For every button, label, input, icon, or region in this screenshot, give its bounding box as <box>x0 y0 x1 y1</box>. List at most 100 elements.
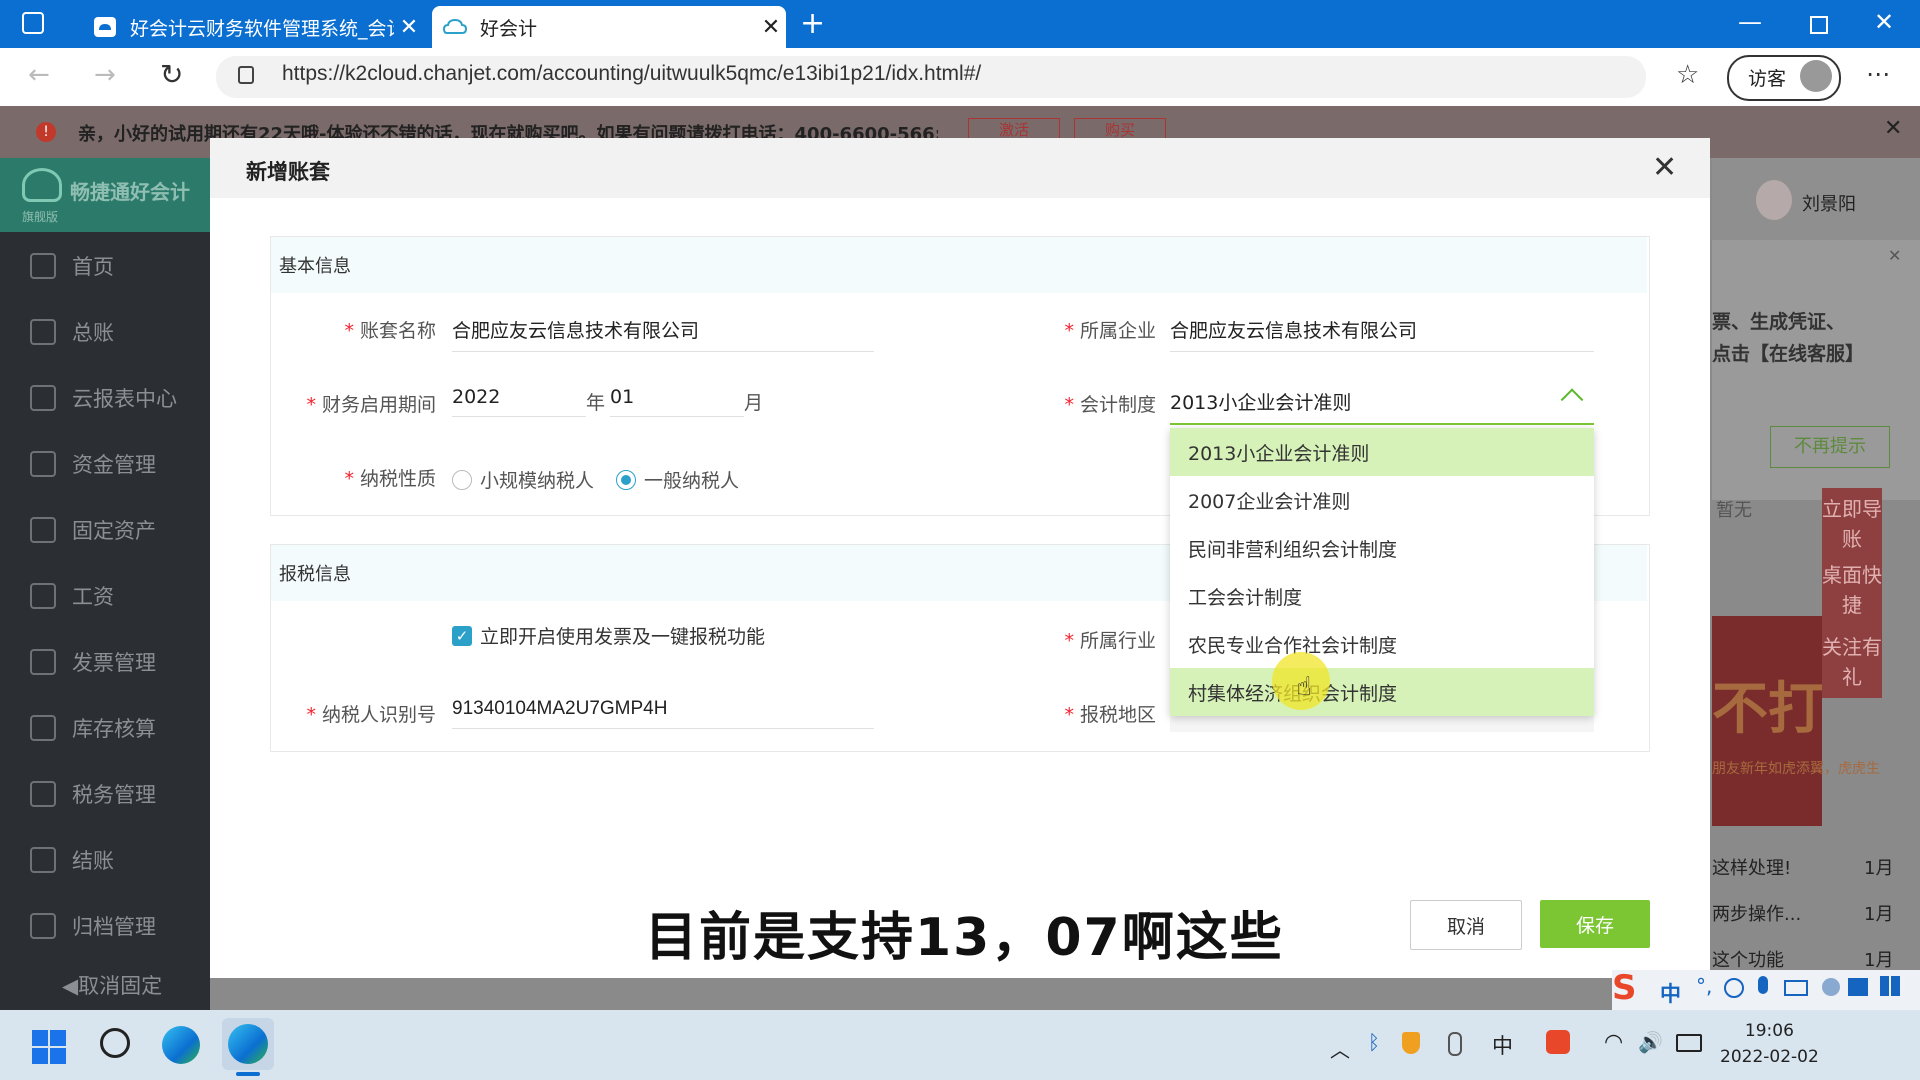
sidebar-item-invoices[interactable]: 发票管理 <box>30 642 200 682</box>
dismiss-hint-button[interactable]: 不再提示 <box>1770 426 1890 468</box>
cancel-button[interactable]: 取消 <box>1410 900 1522 950</box>
keyboard-icon[interactable] <box>1784 980 1808 996</box>
dropdown-option[interactable]: 村集体经济组织会计制度 <box>1170 668 1594 716</box>
ime-mode[interactable]: 中 <box>1660 978 1681 1008</box>
refresh-icon[interactable]: ↻ <box>160 58 183 91</box>
user-name[interactable]: 刘景阳 <box>1802 190 1856 216</box>
time: 19:06 <box>1744 1021 1794 1041</box>
account-name-label: * 账套名称 <box>344 320 436 342</box>
wifi-icon[interactable]: ◠ <box>1604 1030 1623 1055</box>
list-item[interactable]: 这样处理! 1月 <box>1712 854 1920 880</box>
lock-icon[interactable] <box>238 66 254 84</box>
favorites-icon[interactable]: ☆ <box>1676 60 1699 90</box>
search-icon[interactable] <box>100 1028 130 1058</box>
list-item[interactable]: 两步操作... 1月 <box>1712 900 1920 926</box>
emoji-icon[interactable] <box>1724 978 1744 998</box>
cloud-icon <box>92 14 118 40</box>
enable-invoice-checkbox[interactable]: ✓ 立即开启使用发票及一键报税功能 <box>452 622 765 649</box>
chart-icon <box>30 385 56 411</box>
mic-tray-icon[interactable] <box>1448 1032 1462 1056</box>
taxpayer-id-input[interactable]: 91340104MA2U7GMP4H <box>452 698 874 729</box>
skin-icon[interactable] <box>1848 978 1868 996</box>
save-button[interactable]: 保存 <box>1540 900 1650 948</box>
user-avatar[interactable] <box>1756 180 1792 220</box>
logo-icon <box>22 168 62 202</box>
ime-punct-icon[interactable]: °, <box>1696 974 1712 998</box>
chevron-up-tray-icon[interactable]: ︿ <box>1330 1034 1350 1063</box>
basic-info-heading: 基本信息 <box>271 237 1647 293</box>
bluetooth-icon[interactable]: ᛒ <box>1368 1030 1380 1054</box>
tax-nature-label: * 纳税性质 <box>344 468 436 490</box>
float-link-desktop[interactable]: 桌面快捷 <box>1822 556 1882 628</box>
tax-region-label: * 报税地区 <box>1064 704 1156 726</box>
sidebar-item-home[interactable]: 首页 <box>30 246 200 286</box>
company-label: * 所属企业 <box>1064 320 1156 342</box>
company-input[interactable]: 合肥应友云信息技术有限公司 <box>1170 316 1594 352</box>
close-tab-icon[interactable]: ✕ <box>394 15 424 40</box>
sidebar-item-funds[interactable]: 资金管理 <box>30 444 200 484</box>
unpin-button[interactable]: ◀取消固定 <box>62 970 162 1000</box>
checkbox-checked-icon: ✓ <box>452 625 472 646</box>
sidebar-item-salary[interactable]: 工资 <box>30 576 200 616</box>
year-input[interactable]: 2022 <box>452 386 586 417</box>
active-indicator <box>236 1072 260 1076</box>
sidebar-item-tax[interactable]: 税务管理 <box>30 774 200 814</box>
sidebar-item-archive[interactable]: 归档管理 <box>30 906 200 946</box>
sogou-tray-icon[interactable] <box>1546 1030 1570 1054</box>
industry-label: * 所属行业 <box>1064 630 1156 652</box>
sidebar-item-assets[interactable]: 固定资产 <box>30 510 200 550</box>
dropdown-option[interactable]: 2007企业会计准则 <box>1170 476 1594 524</box>
url-text[interactable]: https://k2cloud.chanjet.com/accounting/u… <box>282 62 981 86</box>
dropdown-option[interactable]: 农民专业合作社会计制度 <box>1170 620 1594 668</box>
hint-text: 票、生成凭证、点击【在线客服】 <box>1712 311 1865 365</box>
float-link-import[interactable]: 立即导账 <box>1822 488 1882 564</box>
accounting-system-select[interactable]: 2013小企业会计准则 <box>1170 388 1594 425</box>
window-menu-icon[interactable] <box>22 12 44 34</box>
close-notice-icon[interactable]: ✕ <box>1884 116 1902 141</box>
list-item[interactable]: 这个功能 1月 <box>1712 946 1920 972</box>
salary-icon <box>30 583 56 609</box>
money-icon <box>30 451 56 477</box>
start-icon[interactable] <box>32 1030 66 1064</box>
security-icon[interactable] <box>1402 1032 1420 1054</box>
tab-haokuaiji-active[interactable]: 好会计 ✕ <box>432 6 786 48</box>
edge-icon[interactable] <box>162 1026 200 1064</box>
user-icon[interactable] <box>1822 978 1840 996</box>
forward-icon[interactable]: → <box>94 60 116 90</box>
clock[interactable]: 19:06 2022-02-02 <box>1720 1018 1819 1070</box>
more-icon[interactable]: ⋯ <box>1866 60 1890 88</box>
dropdown-option[interactable]: 2013小企业会计准则 <box>1170 428 1594 476</box>
close-window-icon[interactable]: ✕ <box>1874 8 1894 36</box>
general-taxpayer-radio[interactable]: 一般纳税人 <box>616 466 739 493</box>
restore-icon[interactable] <box>1810 16 1828 34</box>
float-link-follow[interactable]: 关注有礼 <box>1822 628 1882 698</box>
close-hint-icon[interactable]: ✕ <box>1888 246 1901 265</box>
edge-icon <box>228 1024 268 1064</box>
sidebar-item-inventory[interactable]: 库存核算 <box>30 708 200 748</box>
guest-label: 访客 <box>1748 68 1787 90</box>
tab-haokuaiji-system[interactable]: 好会计云财务软件管理系统_会计 ✕ <box>82 6 424 48</box>
small-taxpayer-radio[interactable]: 小规模纳税人 <box>452 466 594 493</box>
back-icon[interactable]: ← <box>28 60 50 90</box>
close-tab-icon[interactable]: ✕ <box>756 15 786 40</box>
asset-icon <box>30 517 56 543</box>
toolbox-icon[interactable] <box>1880 976 1900 996</box>
ime-tray[interactable]: 中 <box>1492 1030 1513 1060</box>
new-tab-icon[interactable]: + <box>800 6 825 41</box>
promo-banner-subtext: 朋友新年如虎添翼，虎虎生 <box>1712 761 1880 777</box>
battery-icon[interactable] <box>1676 1034 1702 1052</box>
mic-icon[interactable] <box>1758 976 1768 994</box>
month-input[interactable]: 01 <box>610 386 744 417</box>
volume-icon[interactable]: 🔊 <box>1638 1030 1663 1054</box>
sidebar-item-reports[interactable]: 云报表中心 <box>30 378 200 418</box>
sidebar-item-closing[interactable]: 结账 <box>30 840 200 880</box>
dropdown-option[interactable]: 民间非营利组织会计制度 <box>1170 524 1594 572</box>
sogou-icon[interactable]: S <box>1612 968 1637 1008</box>
sidebar-item-ledger[interactable]: 总账 <box>30 312 200 352</box>
dropdown-option[interactable]: 工会会计制度 <box>1170 572 1594 620</box>
close-dialog-icon[interactable]: ✕ <box>1652 150 1677 185</box>
avatar <box>1800 60 1832 92</box>
minimize-icon[interactable]: — <box>1738 8 1762 36</box>
account-name-input[interactable]: 合肥应友云信息技术有限公司 <box>452 316 874 352</box>
period-label: * 财务启用期间 <box>306 394 436 416</box>
